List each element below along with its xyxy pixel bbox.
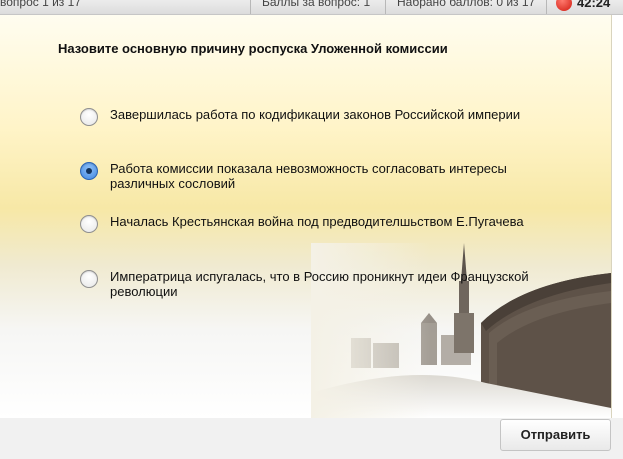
radio-button[interactable] [80, 108, 98, 126]
answer-option-label: Императрица испугалась, что в Россию про… [110, 269, 529, 299]
timer: 42:24 [577, 0, 611, 10]
answer-option-label: Работа комиссии показала невозможность с… [110, 161, 507, 191]
answer-option-label: Завершилась работа по кодификации законо… [110, 107, 521, 122]
status-bar: вопрос 1 из 17 Баллы за вопрос: 1 Набран… [0, 0, 623, 15]
total-score: Набрано баллов: 0 из 17 [397, 0, 536, 9]
divider [546, 0, 547, 14]
question-counter: вопрос 1 из 17 [0, 0, 81, 9]
question-text: Назовите основную причину роспуска Уложе… [58, 41, 448, 56]
submit-button[interactable]: Отправить [500, 419, 611, 451]
timer-icon [556, 0, 572, 11]
divider [250, 0, 251, 14]
answer-option-label: Началась Крестьянская война под предводи… [110, 214, 524, 229]
divider [385, 0, 386, 14]
radio-button-selected[interactable] [80, 162, 98, 180]
question-panel: Назовите основную причину роспуска Уложе… [0, 15, 612, 418]
radio-button[interactable] [80, 215, 98, 233]
radio-button[interactable] [80, 270, 98, 288]
question-score: Баллы за вопрос: 1 [262, 0, 371, 9]
